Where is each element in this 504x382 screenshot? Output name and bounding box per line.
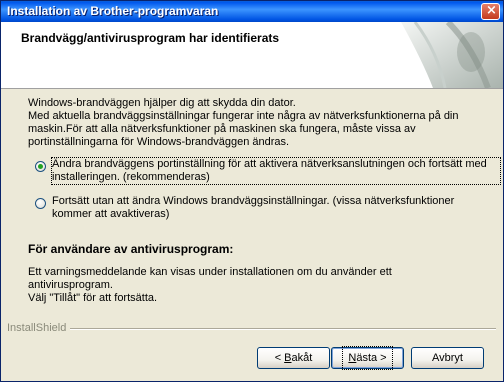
wizard-graphic: [401, 22, 503, 88]
footer-divider: [7, 328, 496, 330]
next-button[interactable]: Nästa >: [331, 346, 404, 370]
installshield-label: InstallShield: [7, 322, 71, 334]
option-label-line: Ändra brandväggens portinställning för a…: [52, 158, 487, 170]
back-mnemonic: B: [284, 352, 292, 364]
antivirus-text: Ett varningsmeddelande kan visas under i…: [28, 266, 478, 305]
intro-line: Windows-brandväggen hjälper dig att skyd…: [28, 97, 296, 109]
antivirus-line: Ett varningsmeddelande kan visas under i…: [28, 266, 392, 291]
antivirus-heading: För användare av antivirusprogram:: [28, 242, 234, 256]
intro-text: Windows-brandväggen hjälper dig att skyd…: [28, 97, 478, 149]
intro-line: Med aktuella brandväggsinställningar fun…: [28, 110, 459, 122]
option-label-line: kommer att avaktiveras): [52, 208, 170, 220]
radio-button[interactable]: [35, 198, 46, 209]
cancel-button[interactable]: Avbryt: [411, 347, 484, 369]
radio-button-selected[interactable]: [35, 161, 46, 172]
option-label[interactable]: Ändra brandväggens portinställning för a…: [51, 157, 501, 185]
wizard-header: Brandvägg/antivirusprogram har identifie…: [1, 22, 503, 89]
page-title: Brandvägg/antivirusprogram har identifie…: [21, 31, 280, 45]
back-button[interactable]: < Bakåt: [257, 347, 330, 369]
title-bar[interactable]: Installation av Brother-programvaran ×: [1, 1, 503, 22]
intro-line: portinställningarna för Windows-brandväg…: [28, 136, 290, 148]
antivirus-line: Välj "Tillåt" för att fortsätta.: [28, 292, 158, 304]
installer-window: Installation av Brother-programvaran × B…: [0, 0, 504, 382]
option-label-line: installeringen. (rekommenderas): [52, 171, 210, 183]
back-button-label: < Bakåt: [275, 348, 313, 368]
close-button[interactable]: ×: [481, 3, 500, 20]
next-rest: ästa >: [356, 352, 387, 364]
window-title: Installation av Brother-programvaran: [7, 4, 219, 18]
next-button-label: Nästa >: [342, 346, 393, 370]
option-label-line: Fortsätt utan att ändra Windows brandväg…: [52, 195, 455, 207]
back-rest: akåt: [291, 352, 313, 364]
intro-line: maskin.För att alla nätverksfunktioner p…: [28, 123, 416, 135]
back-prefix: <: [274, 352, 285, 364]
option-label[interactable]: Fortsätt utan att ändra Windows brandväg…: [52, 195, 500, 221]
cancel-button-label: Avbryt: [432, 352, 463, 364]
close-icon: ×: [486, 3, 497, 18]
